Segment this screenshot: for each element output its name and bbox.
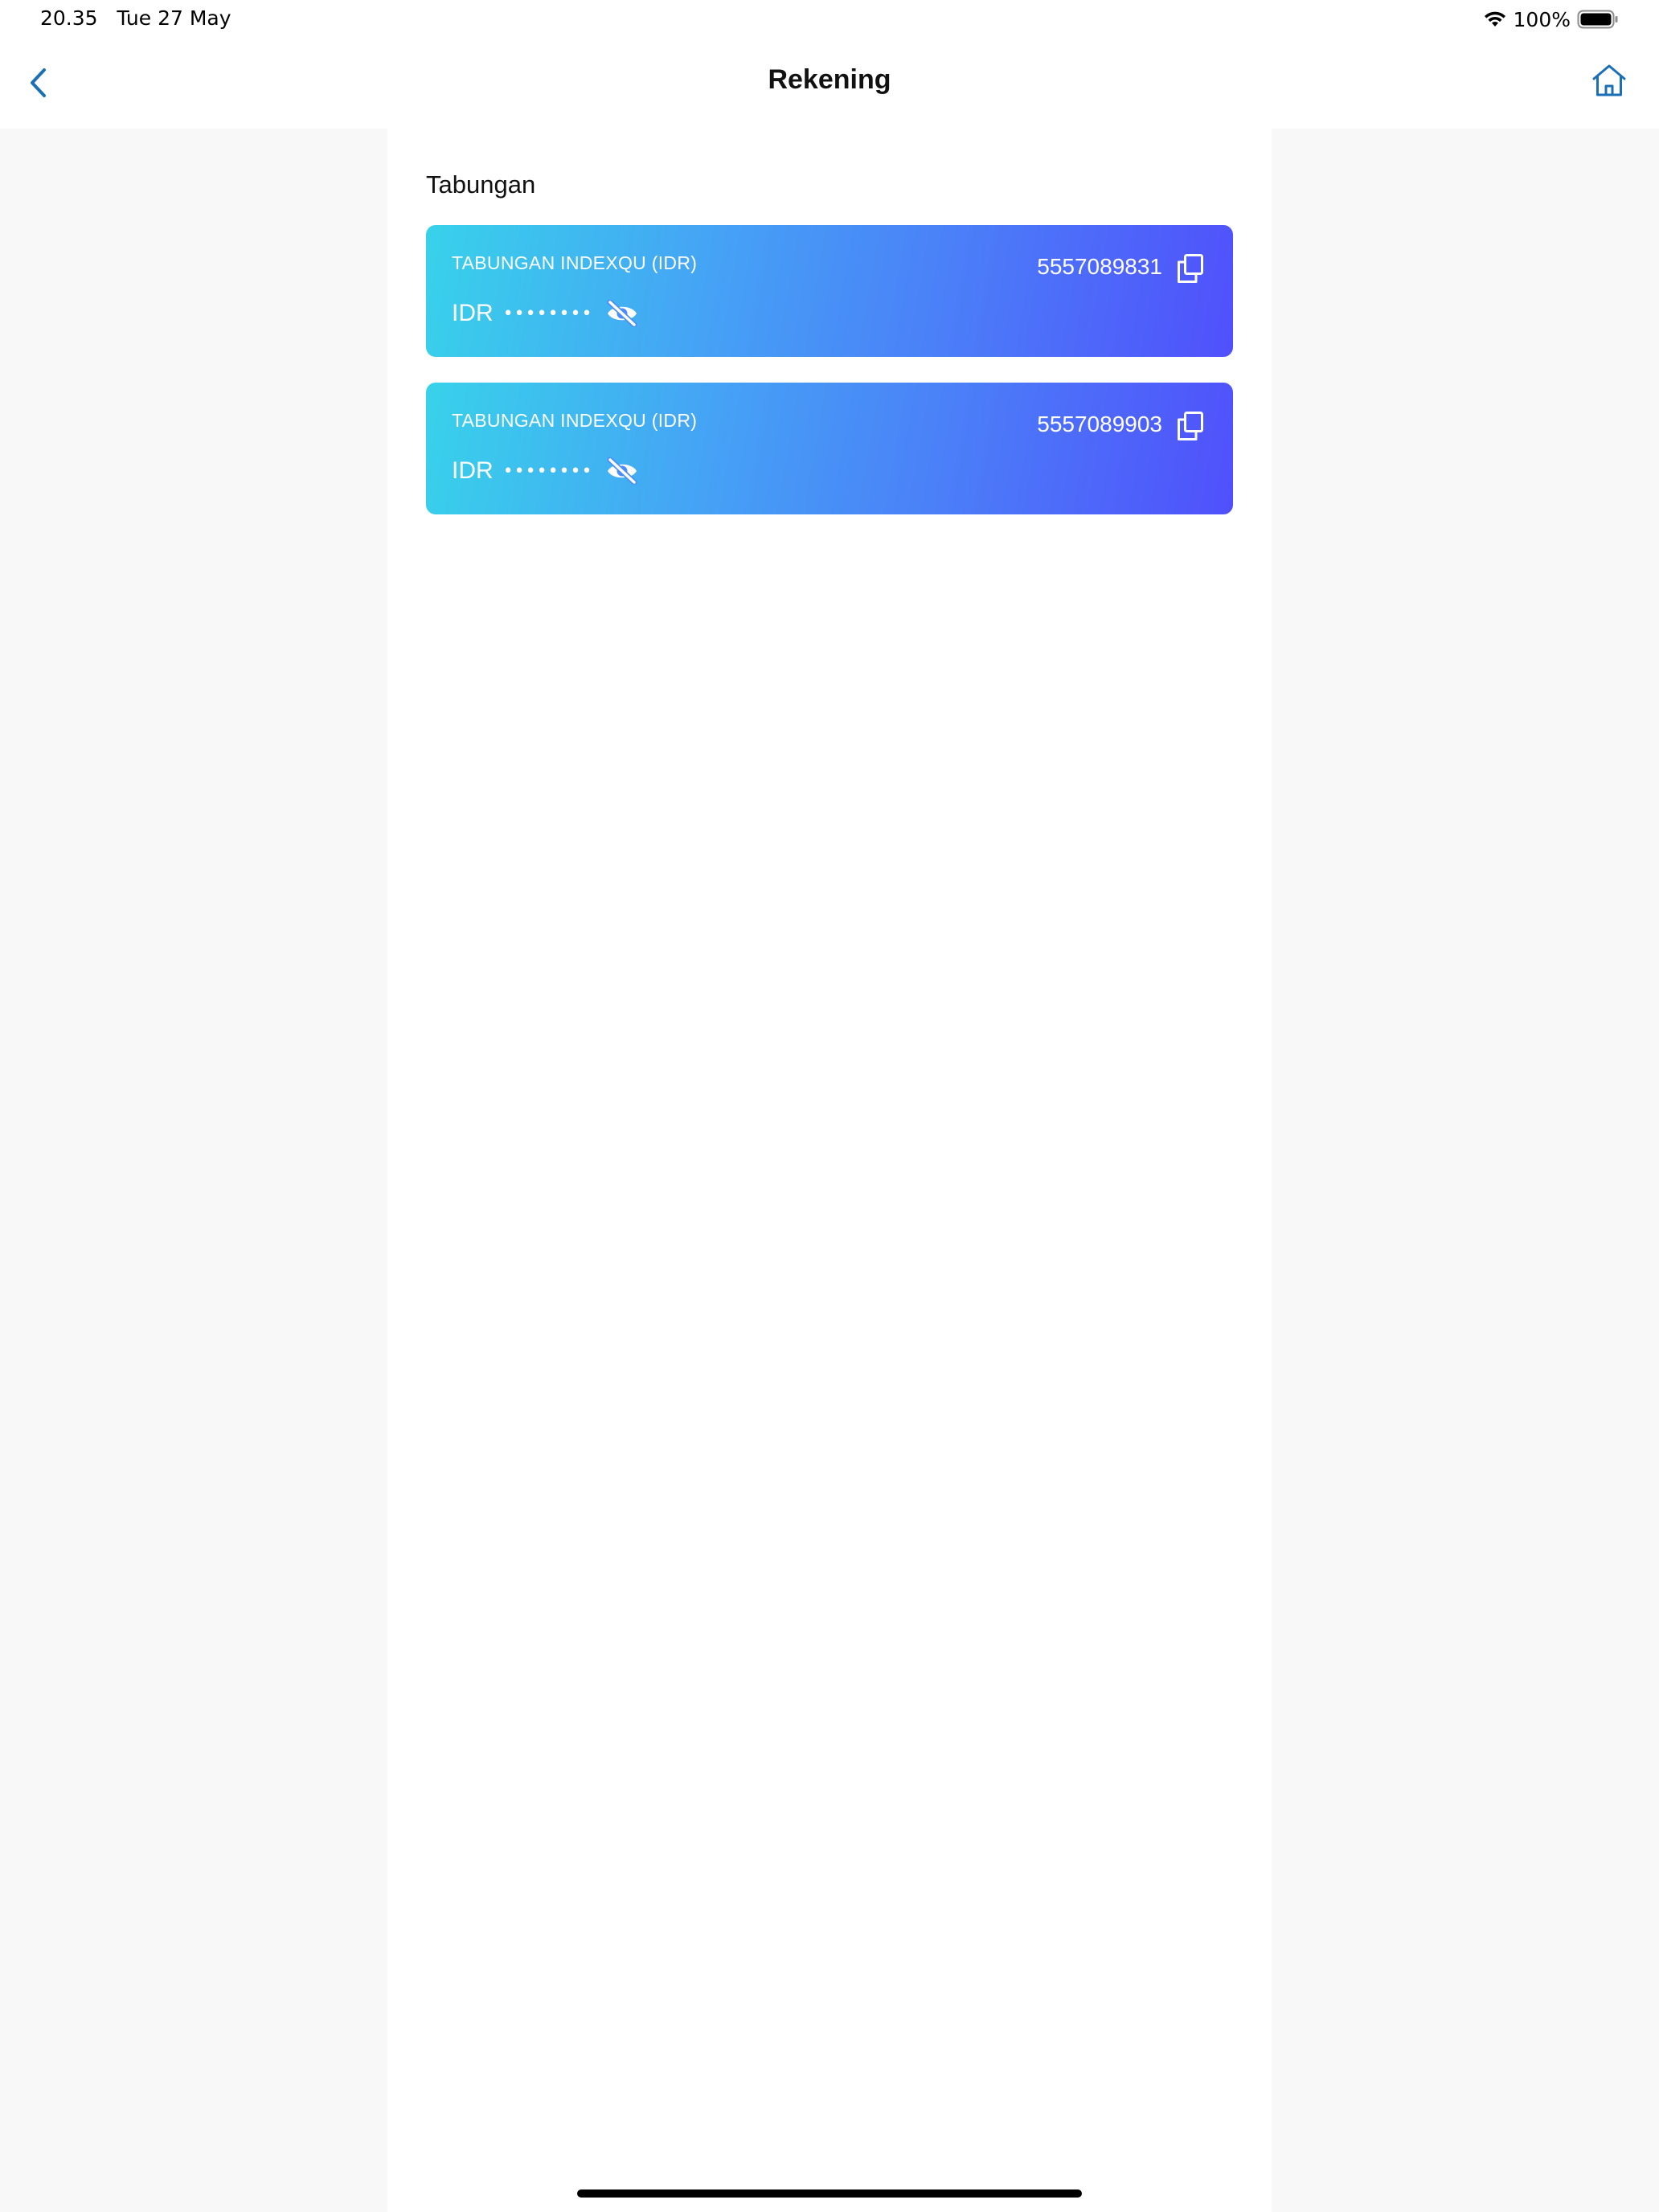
status-time-date: 20.35 Tue 27 May <box>40 6 231 30</box>
masked-balance: •••••••• <box>502 303 593 324</box>
page-title: Rekening <box>768 64 891 95</box>
currency-label: IDR <box>452 300 494 326</box>
eye-slash-icon <box>607 300 637 327</box>
toggle-balance-button[interactable] <box>605 457 639 485</box>
account-number: 5557089831 <box>1037 254 1162 279</box>
home-indicator[interactable] <box>577 2189 1082 2198</box>
account-card[interactable]: TABUNGAN INDEXQU (IDR) 5557089831 IDR ••… <box>426 225 1233 357</box>
toggle-balance-button[interactable] <box>605 299 639 328</box>
battery-icon <box>1577 10 1618 29</box>
status-bar: 20.35 Tue 27 May 100% <box>0 0 1659 39</box>
copy-button[interactable] <box>1177 254 1204 283</box>
account-name: TABUNGAN INDEXQU (IDR) <box>452 252 698 273</box>
status-date: Tue 27 May <box>117 6 231 30</box>
account-name: TABUNGAN INDEXQU (IDR) <box>452 410 698 431</box>
wifi-icon <box>1484 11 1505 27</box>
home-button[interactable] <box>1588 59 1630 101</box>
eye-slash-icon <box>607 457 637 485</box>
copy-icon <box>1178 254 1203 283</box>
home-icon <box>1592 64 1626 96</box>
balance-row: IDR •••••••• <box>452 299 639 328</box>
balance-row: IDR •••••••• <box>452 457 639 485</box>
main-content: Tabungan TABUNGAN INDEXQU (IDR) 55570898… <box>387 129 1272 2212</box>
navigation-bar: Rekening <box>0 39 1659 129</box>
section-title: Tabungan <box>426 170 536 199</box>
currency-label: IDR <box>452 457 494 484</box>
status-indicators: 100% <box>1483 6 1619 32</box>
status-time: 20.35 <box>40 6 98 30</box>
account-number: 5557089903 <box>1037 412 1162 436</box>
account-card[interactable]: TABUNGAN INDEXQU (IDR) 5557089903 IDR ••… <box>426 383 1233 514</box>
copy-icon <box>1178 412 1203 440</box>
battery-percent: 100% <box>1513 7 1571 31</box>
copy-button[interactable] <box>1177 412 1204 440</box>
masked-balance: •••••••• <box>502 461 593 481</box>
